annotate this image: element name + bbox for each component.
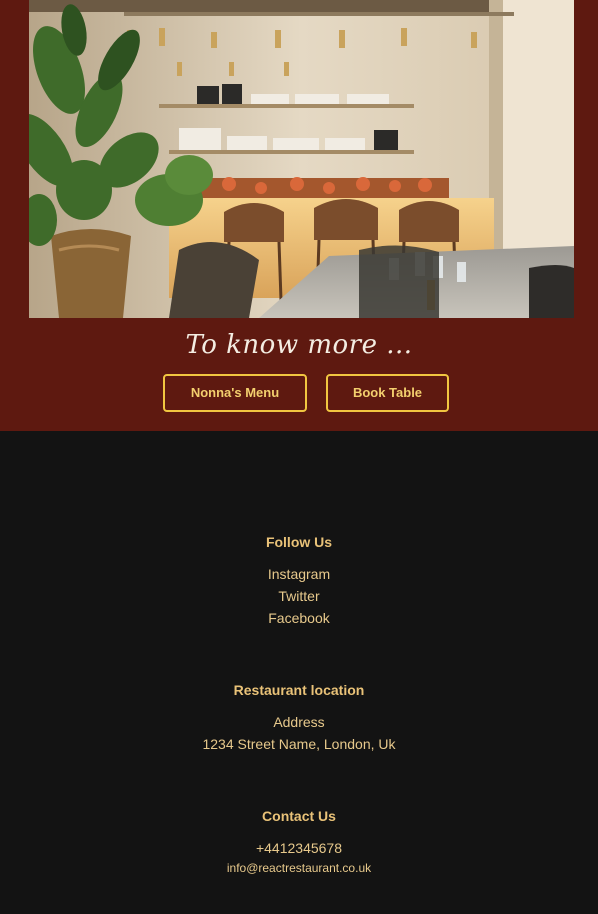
restaurant-interior-photo bbox=[29, 0, 574, 318]
twitter-link[interactable]: Twitter bbox=[0, 585, 598, 607]
instagram-link[interactable]: Instagram bbox=[0, 563, 598, 585]
location-section: Restaurant location Address 1234 Street … bbox=[0, 682, 598, 755]
contact-heading: Contact Us bbox=[262, 808, 336, 824]
nonnas-menu-button[interactable]: Nonna's Menu bbox=[163, 374, 307, 412]
address-label: Address bbox=[273, 714, 325, 730]
location-heading: Restaurant location bbox=[233, 682, 365, 698]
address-value: 1234 Street Name, London, Uk bbox=[202, 736, 396, 752]
book-table-button[interactable]: Book Table bbox=[326, 374, 449, 412]
tagline: To know more ... bbox=[185, 330, 413, 360]
contact-section: Contact Us +4412345678 info@reactrestaur… bbox=[0, 808, 598, 877]
follow-us-heading: Follow Us bbox=[265, 534, 333, 550]
email-link[interactable]: info@reactrestaurant.co.uk bbox=[227, 861, 371, 875]
facebook-link[interactable]: Facebook bbox=[0, 607, 598, 629]
hero-section: To know more ... Nonna's Menu Book Table bbox=[0, 0, 598, 431]
phone-number: +4412345678 bbox=[255, 840, 343, 856]
follow-us-section: Follow Us Instagram Twitter Facebook bbox=[0, 534, 598, 629]
